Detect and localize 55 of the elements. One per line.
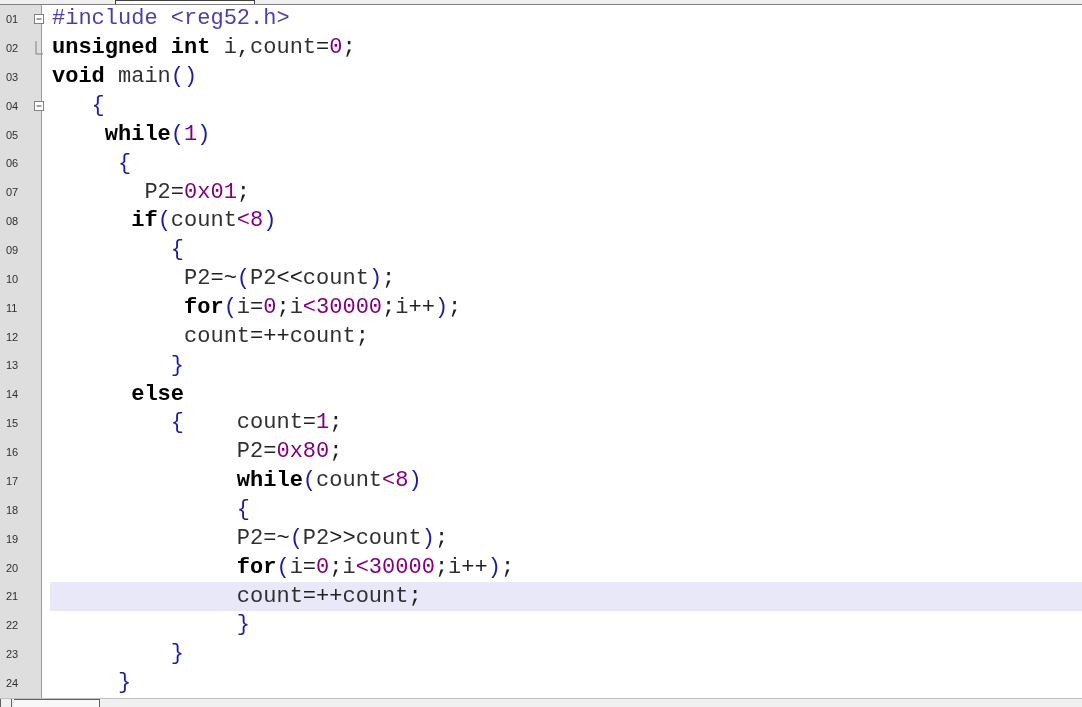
line-number: 19 — [6, 532, 19, 545]
code-line: if(count<8) — [130, 210, 277, 233]
line-number: 20 — [6, 561, 19, 574]
line-number: 08 — [6, 215, 19, 228]
line-number: 02 — [6, 42, 19, 55]
line-number: 22 — [6, 619, 19, 632]
line-number: 17 — [6, 474, 19, 487]
horizontal-scrollbar[interactable] — [0, 697, 1082, 707]
code-line: { — [169, 239, 185, 262]
line-number: 23 — [6, 648, 19, 661]
line-number: 07 — [6, 186, 19, 199]
line-number: 18 — [6, 503, 19, 516]
code-line: } — [169, 643, 185, 666]
line-number: 05 — [6, 128, 19, 141]
scroll-left-button[interactable] — [0, 698, 12, 707]
line-number: 01 — [6, 13, 19, 26]
code-line: P2=0x80; — [235, 441, 343, 464]
line-number: 10 — [6, 272, 19, 285]
code-line: else — [130, 383, 185, 406]
line-number: 09 — [6, 244, 19, 257]
code-line: P2=~(P2<<count); — [183, 268, 396, 291]
fold-end-icon — [35, 41, 43, 56]
code-line: } — [117, 672, 132, 695]
code-line: while(count<8) — [235, 470, 422, 493]
line-number: 03 — [6, 70, 19, 83]
code-line: for(i=0;i<30000;i++); — [235, 556, 515, 579]
fold-collapse-icon[interactable] — [34, 14, 44, 25]
code-line: for(i=0;i<30000;i++); — [183, 297, 462, 319]
file-tab[interactable] — [115, 0, 255, 4]
code-line: { — [90, 95, 105, 117]
code-line: P2=0x01; — [143, 181, 251, 204]
code-line: count=++count; — [183, 325, 369, 348]
line-number: 21 — [6, 590, 19, 603]
fold-collapse-icon[interactable] — [34, 101, 44, 111]
code-line: { count=1; — [169, 412, 343, 435]
line-number: 24 — [6, 676, 19, 689]
line-number: 06 — [6, 157, 19, 170]
line-number: 12 — [6, 330, 19, 343]
code-line: unsigned int i,count=0; — [52, 37, 356, 60]
code-line: void main() — [52, 66, 198, 89]
code-line: #include <reg52.h> — [52, 8, 290, 31]
code-line: P2=~(P2>>count); — [235, 527, 449, 550]
line-number: 15 — [6, 417, 19, 430]
line-number: 16 — [6, 446, 19, 459]
code-line: } — [235, 614, 251, 637]
code-line: } — [169, 354, 185, 377]
line-number: 04 — [6, 99, 19, 112]
code-line: { — [117, 152, 132, 175]
code-line: { — [235, 499, 251, 522]
line-number: 13 — [6, 359, 19, 372]
scrollbar-thumb[interactable] — [14, 698, 100, 707]
code-line: count=++count; — [235, 585, 422, 608]
code-line: while(1) — [103, 123, 211, 146]
line-number: 11 — [6, 301, 18, 314]
line-number: 14 — [6, 388, 19, 401]
